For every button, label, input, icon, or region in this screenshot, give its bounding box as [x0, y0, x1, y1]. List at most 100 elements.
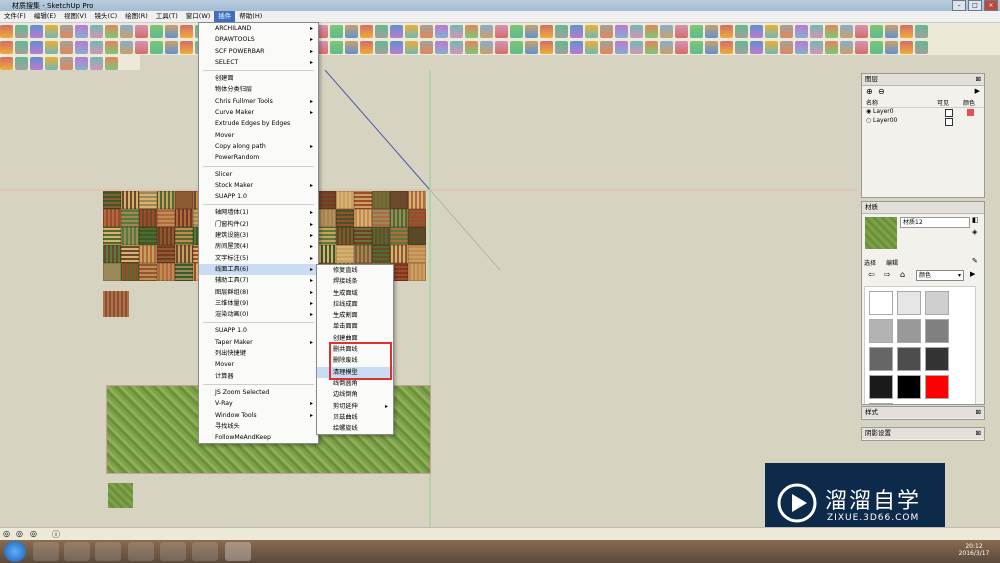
material-swatch[interactable]: [869, 347, 893, 371]
toolbar-tool-icon[interactable]: [120, 40, 133, 54]
toolbar-tool-icon[interactable]: [540, 40, 553, 54]
toolbar-tool-icon[interactable]: [360, 24, 373, 38]
outlook-icon[interactable]: [64, 542, 90, 561]
toolbar-tool-icon[interactable]: [705, 40, 718, 54]
material-swatch[interactable]: [925, 319, 949, 343]
toolbar-tool-icon[interactable]: [330, 24, 343, 38]
toolbar-tool-icon[interactable]: [465, 24, 478, 38]
toolbar-tool-icon[interactable]: [15, 56, 28, 70]
toolbar-tool-icon[interactable]: [435, 40, 448, 54]
minimize-button[interactable]: –: [952, 0, 966, 11]
plugins-menu-item[interactable]: ARCHILAND ▸: [199, 23, 318, 34]
create-material-icon[interactable]: ◈: [972, 228, 977, 236]
tab-select[interactable]: 选择: [864, 258, 876, 267]
maximize-button[interactable]: □: [968, 0, 982, 11]
help-icon[interactable]: ⓘ: [52, 529, 60, 540]
category-select[interactable]: 颜色 ▾: [916, 270, 964, 281]
app-icon[interactable]: [192, 542, 218, 561]
toolbar-tool-icon[interactable]: [630, 24, 643, 38]
toolbar-tool-icon[interactable]: [450, 40, 463, 54]
submenu-item[interactable]: 修复直线: [317, 265, 393, 276]
close-icon[interactable]: ⊠: [976, 428, 981, 439]
forward-icon[interactable]: ⇨: [884, 270, 891, 279]
plugins-menu-item[interactable]: 创建面: [199, 73, 318, 84]
toolbar-tool-icon[interactable]: [345, 40, 358, 54]
plugins-menu-item[interactable]: 渲染动画(0) ▸: [199, 309, 318, 320]
toolbar-tool-icon[interactable]: [585, 24, 598, 38]
toolbar-tool-icon[interactable]: [465, 40, 478, 54]
toolbar-tool-icon[interactable]: [90, 24, 103, 38]
toolbar-tool-icon[interactable]: [90, 40, 103, 54]
active-radio-icon[interactable]: ◉: [866, 108, 871, 115]
toolbar-tool-icon[interactable]: [450, 24, 463, 38]
toolbar-tool-icon[interactable]: [870, 24, 883, 38]
toolbar-tool-icon[interactable]: [600, 40, 613, 54]
close-icon[interactable]: ⊠: [976, 407, 981, 418]
details-icon[interactable]: ▶: [975, 87, 980, 95]
toolbar-tool-icon[interactable]: [780, 24, 793, 38]
submenu-item[interactable]: 拉线成面: [317, 299, 393, 310]
toolbar-tool-icon[interactable]: [630, 40, 643, 54]
menu-view[interactable]: 视图(V): [60, 11, 91, 22]
visible-checkbox[interactable]: [945, 118, 953, 126]
material-swatch[interactable]: [925, 375, 949, 399]
toolbar-tool-icon[interactable]: [45, 56, 58, 70]
toolbar-tool-icon[interactable]: [585, 40, 598, 54]
material-swatch[interactable]: [869, 403, 893, 404]
tab-edit[interactable]: 编辑: [886, 258, 898, 267]
toolbar-tool-icon[interactable]: [15, 24, 28, 38]
plugins-menu-item[interactable]: SELECT ▸: [199, 57, 318, 68]
toolbar-tool-icon[interactable]: [765, 24, 778, 38]
toolbar-tool-icon[interactable]: [165, 24, 178, 38]
plugins-menu-item[interactable]: Copy along path ▸: [199, 141, 318, 152]
toolbar-tool-icon[interactable]: [510, 40, 523, 54]
plugins-menu-item[interactable]: JS Zoom Selected: [199, 387, 318, 398]
sample-paint-icon[interactable]: ◧: [972, 216, 979, 224]
toolbar-tool-icon[interactable]: [420, 40, 433, 54]
layer-row[interactable]: ◉ Layer0: [862, 108, 984, 117]
toolbar-tool-icon[interactable]: [105, 40, 118, 54]
toolbar-tool-icon[interactable]: [75, 56, 88, 70]
toolbar-tool-icon[interactable]: [15, 40, 28, 54]
material-swatch[interactable]: [869, 291, 893, 315]
toolbar-tool-icon[interactable]: [45, 24, 58, 38]
menu-plugins[interactable]: 插件: [214, 11, 236, 22]
toolbar-tool-icon[interactable]: [60, 56, 73, 70]
plugins-menu-item[interactable]: Slicer: [199, 169, 318, 180]
plugins-menu-item[interactable]: Taper Maker ▸: [199, 337, 318, 348]
material-name-field[interactable]: 材质12: [900, 217, 970, 228]
toolbar-tool-icon[interactable]: [735, 40, 748, 54]
material-swatch[interactable]: [925, 291, 949, 315]
radio-icon[interactable]: ○: [866, 117, 871, 124]
toolbar-tool-icon[interactable]: [525, 24, 538, 38]
material-swatch[interactable]: [925, 347, 949, 371]
toolbar-tool-icon[interactable]: [150, 24, 163, 38]
model-viewport[interactable]: [0, 70, 858, 527]
toolbar-tool-icon[interactable]: [525, 40, 538, 54]
toolbar-tool-icon[interactable]: [360, 40, 373, 54]
toolbar-tool-icon[interactable]: [720, 24, 733, 38]
material-swatch[interactable]: [897, 375, 921, 399]
styles-panel[interactable]: 样式 ⊠: [861, 406, 985, 420]
toolbar-tool-icon[interactable]: [825, 24, 838, 38]
toolbar-tool-icon[interactable]: [45, 40, 58, 54]
material-swatch[interactable]: [897, 291, 921, 315]
toolbar-tool-icon[interactable]: [150, 40, 163, 54]
plugins-menu-item[interactable]: 门窗构件(2) ▸: [199, 219, 318, 230]
submenu-item[interactable]: 生成割面: [317, 310, 393, 321]
plugins-menu-item[interactable]: Extrude Edges by Edges: [199, 118, 318, 129]
toolbar-tool-icon[interactable]: [405, 40, 418, 54]
toolbar-tool-icon[interactable]: [840, 24, 853, 38]
plugins-menu-item[interactable]: Mover: [199, 359, 318, 370]
clock[interactable]: 20:12 2016/3/17: [952, 543, 996, 557]
toolbar-tool-icon[interactable]: [420, 24, 433, 38]
toolbar-tool-icon[interactable]: [720, 40, 733, 54]
menu-edit[interactable]: 编辑(E): [30, 11, 60, 22]
toolbar-tool-icon[interactable]: [645, 24, 658, 38]
toolbar-tool-icon[interactable]: [330, 40, 343, 54]
toolbar-tool-icon[interactable]: [570, 24, 583, 38]
toolbar-tool-icon[interactable]: [795, 40, 808, 54]
plugins-menu-item[interactable]: 轴网墙体(1) ▸: [199, 207, 318, 218]
menu-file[interactable]: 文件(F): [0, 11, 30, 22]
material-swatch[interactable]: [869, 319, 893, 343]
